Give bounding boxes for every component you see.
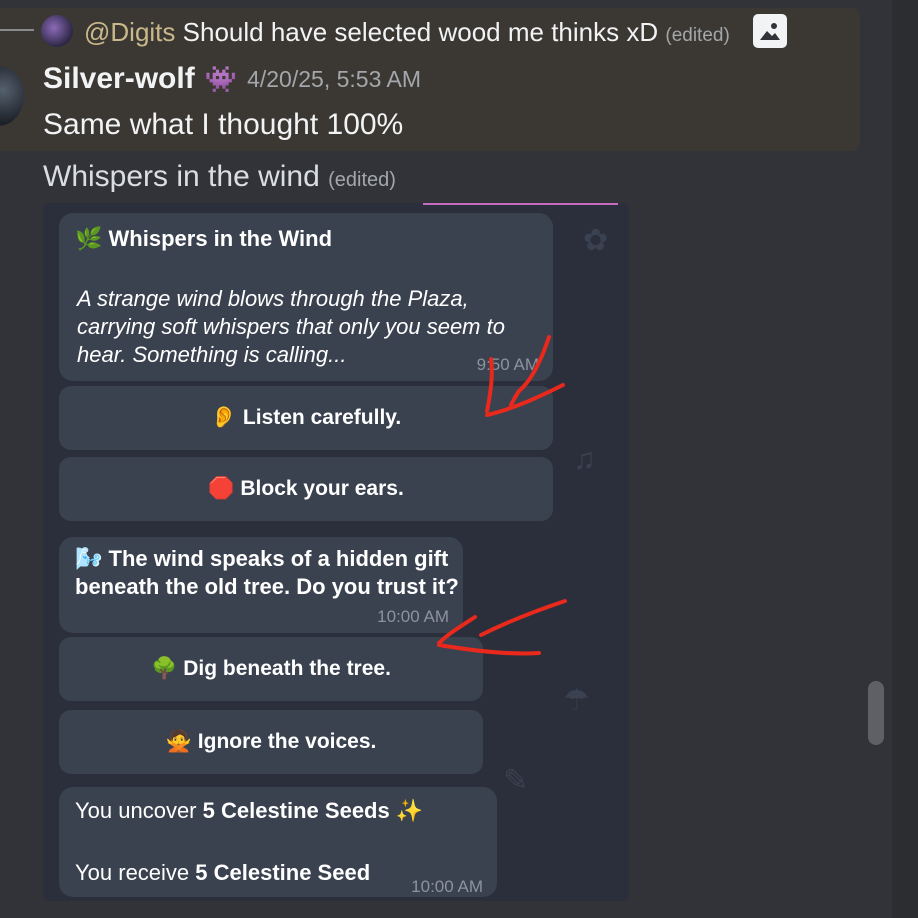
dig-tree-button[interactable]: 🌳 Dig beneath the tree.: [59, 637, 483, 701]
doodle-icon: ✎: [503, 764, 529, 797]
reward-amount: 5 Celestine Seed: [195, 860, 371, 885]
image-icon[interactable]: [753, 14, 787, 48]
scrollbar-thumb[interactable]: [868, 681, 884, 745]
bot-message-bubble: You uncover 5 Celestine Seeds ✨ You rece…: [59, 787, 497, 897]
bot-message-bubble: 🌿 Whispers in the Wind A strange wind bl…: [59, 213, 553, 381]
reward-line: You receive 5 Celestine Seed: [75, 859, 370, 887]
sparkles-icon: ✨: [395, 798, 424, 823]
bubble-body-line: beneath the old tree. Do you trust it?: [75, 574, 459, 599]
listen-button-label: Listen carefully.: [242, 406, 402, 429]
reward-amount: 5 Celestine Seeds: [202, 798, 390, 823]
embed-accent-line: [423, 203, 618, 205]
bubble-body-line: A strange wind blows through the Plaza,: [77, 286, 469, 311]
doodle-icon: ☂: [563, 684, 590, 717]
listen-button[interactable]: 👂 Listen carefully.: [59, 386, 553, 450]
doodle-icon: ♫: [573, 443, 596, 476]
reply-mention[interactable]: @Digits: [84, 17, 175, 47]
message-timestamp[interactable]: 4/20/25, 5:53 AM: [247, 66, 421, 93]
wind-icon: 🌬️: [75, 546, 103, 571]
bubble-timestamp: 9:50 AM: [476, 355, 539, 374]
chat-area: @Digits Should have selected wood me thi…: [0, 0, 892, 918]
stop-sign-icon: 🛑: [208, 477, 235, 500]
ignore-voices-button[interactable]: 🙅 Ignore the voices.: [59, 710, 483, 774]
gesture-icon: 🙅: [165, 730, 192, 753]
message-text: Same what I thought 100%: [43, 108, 404, 141]
message-text-2: Whispers in the wind (edited): [43, 160, 396, 194]
doodle-icon: ✿: [583, 224, 609, 257]
dig-tree-button-label: Dig beneath the tree.: [183, 657, 391, 680]
bot-message-bubble: 🌬️ The wind speaks of a hidden gift bene…: [59, 537, 463, 633]
bubble-body-line: carrying soft whispers that only you see…: [77, 314, 505, 339]
reward-text: You uncover: [75, 798, 203, 823]
block-ears-button-label: Block your ears.: [240, 477, 404, 500]
reply-avatar[interactable]: [41, 15, 73, 47]
reward-line: You uncover 5 Celestine Seeds ✨: [75, 797, 423, 825]
author-badge-icon: 👾: [204, 63, 238, 94]
bubble-title: 🌿 Whispers in the Wind: [75, 225, 332, 253]
reply-preview[interactable]: @Digits Should have selected wood me thi…: [84, 15, 730, 53]
reply-edited-tag: (edited): [665, 25, 730, 46]
block-ears-button[interactable]: 🛑 Block your ears.: [59, 457, 553, 521]
image-embed[interactable]: ✿ ♫ ☂ ✎ 🌿 Whispers in the Wind A strange…: [43, 203, 629, 901]
bubble-timestamp: 10:00 AM: [411, 877, 483, 896]
message-header: Silver-wolf 👾 4/20/25, 5:53 AM: [43, 62, 421, 96]
message-edited-tag: (edited): [328, 169, 396, 191]
bubble-body: A strange wind blows through the Plaza, …: [77, 285, 505, 369]
bubble-timestamp: 10:00 AM: [377, 607, 449, 626]
ignore-voices-button-label: Ignore the voices.: [197, 730, 377, 753]
bubble-body-line-text: The wind speaks of a hidden gift: [108, 546, 449, 571]
bubble-body-line: hear. Something is calling...: [77, 342, 347, 367]
reply-line-icon: [0, 29, 34, 31]
bubble-title-text: Whispers in the Wind: [108, 226, 333, 251]
reply-text: Should have selected wood me thinks xD: [182, 17, 659, 47]
bubble-body: 🌬️ The wind speaks of a hidden gift bene…: [75, 545, 459, 601]
leaf-icon: 🌿: [75, 226, 103, 251]
author-name[interactable]: Silver-wolf: [43, 62, 195, 96]
message-text-2-content: Whispers in the wind: [43, 160, 320, 193]
reward-text: You receive: [75, 860, 196, 885]
tree-icon: 🌳: [151, 657, 178, 680]
ear-icon: 👂: [210, 406, 237, 429]
bubble-body-line: 🌬️ The wind speaks of a hidden gift: [75, 545, 459, 573]
right-panel: [892, 0, 918, 918]
